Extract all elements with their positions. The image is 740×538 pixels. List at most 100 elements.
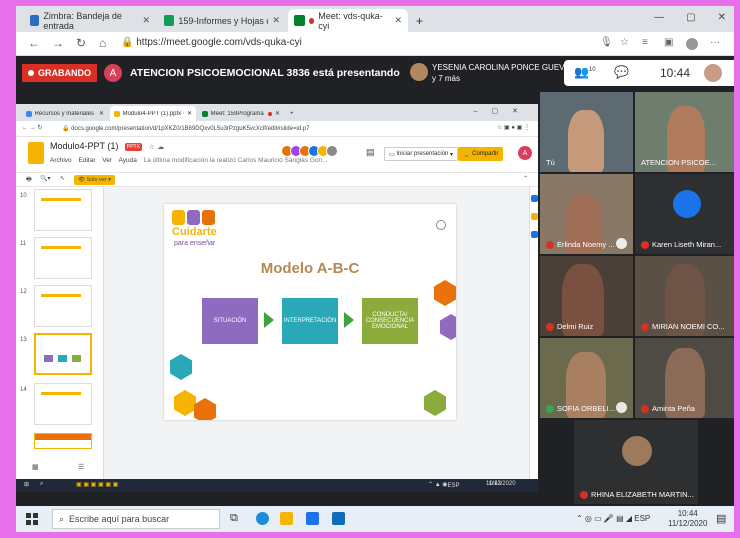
collapse-icon[interactable]: ⌃ — [523, 175, 528, 182]
present-button[interactable]: ▭ Iniciar presentación ▾ — [384, 147, 459, 161]
participant-tile[interactable]: Tú — [540, 92, 633, 172]
inner-search-icon[interactable]: ⌕ — [40, 481, 43, 488]
slide-thumbnail-selected[interactable] — [34, 333, 92, 375]
inner-nav-icons[interactable]: ← → ↻ — [22, 124, 42, 131]
inner-tab-recursos[interactable]: Recursos y materiales - Sesión 4 ✕ — [22, 106, 108, 121]
collections-icon[interactable]: ≡ — [642, 37, 648, 48]
close-icon[interactable]: ✕ — [272, 15, 280, 26]
inner-window-controls[interactable]: –▢✕ — [474, 107, 532, 115]
participant-tile[interactable]: Karen Liseth Miran... — [635, 174, 734, 254]
last-edit-text[interactable]: La última modificación la realizó Carlos… — [144, 157, 328, 164]
forward-icon[interactable]: → — [52, 36, 64, 50]
zoom-icon[interactable]: 🔍▾ — [40, 175, 50, 182]
profile-icon[interactable] — [686, 38, 698, 50]
participant-name: Delmi Ruiz — [546, 322, 593, 331]
calendar-icon[interactable] — [531, 195, 538, 202]
inner-tab-slides[interactable]: Modulo4-PPT (1).pptx - Presenta ✕ — [110, 106, 196, 121]
thumb-mark — [41, 392, 81, 395]
close-icon[interactable]: ✕ — [394, 15, 402, 26]
tab-informes[interactable]: 159-Informes y Hojas de Respues ✕ — [158, 9, 286, 32]
muted-mic-icon — [641, 322, 649, 331]
menu-ayuda[interactable]: Ayuda — [119, 157, 137, 164]
taskbar-clock[interactable]: 10:44 11/12/2020 — [668, 509, 707, 529]
close-window-button[interactable]: ✕ — [718, 12, 726, 23]
url-text[interactable]: 🔒 https://meet.google.com/vds-quka-cyi — [121, 37, 302, 48]
menu-ver[interactable]: Ver — [102, 157, 112, 164]
minimize-button[interactable]: — — [654, 12, 664, 23]
mail-icon[interactable] — [332, 512, 345, 525]
people-button[interactable]: 👥10 — [574, 65, 596, 79]
task-view-icon[interactable]: ⧉ — [230, 512, 243, 525]
keep-icon[interactable] — [531, 213, 538, 220]
inner-new-tab-button[interactable]: + — [286, 106, 298, 121]
windows-start-icon[interactable] — [26, 513, 38, 525]
back-icon[interactable]: ← — [28, 36, 40, 50]
recording-dot-icon — [28, 70, 34, 76]
inner-taskbar-apps[interactable]: ▣ ▣ ▣ ▣ ▣ ▣ — [76, 481, 118, 488]
grid-view-icon[interactable]: ▦ — [32, 463, 39, 471]
brand-logo-icon — [187, 210, 200, 225]
comment-icon[interactable]: ▤ — [366, 147, 375, 158]
participant-tile[interactable]: SOFIA ORBELI... — [540, 338, 633, 418]
tasks-icon[interactable] — [531, 231, 538, 238]
pin-icon[interactable] — [616, 238, 627, 249]
cloud-icon[interactable]: ☁ — [157, 144, 164, 151]
inner-url[interactable]: 🔒 docs.google.com/presentation/d/1pXKZ0/… — [62, 125, 309, 132]
more-icon[interactable]: ··· — [710, 37, 720, 48]
share-button[interactable]: 🔒 Compartir — [458, 147, 504, 161]
slide-thumbnail[interactable] — [34, 237, 92, 279]
pin-icon[interactable] — [616, 402, 627, 413]
view-mode-button[interactable]: 👁 Solo ver ▾ — [74, 175, 115, 185]
inner-tab-meet[interactable]: Meet: 159Programa de Ate ✕ — [198, 106, 284, 121]
close-icon[interactable]: ✕ — [99, 110, 104, 117]
reload-icon[interactable]: ↻ — [76, 36, 86, 50]
self-avatar[interactable] — [704, 64, 722, 82]
maximize-button[interactable]: ▢ — [686, 12, 695, 23]
favorite-icon[interactable]: ☆ — [620, 37, 629, 48]
participant-name-text: Tú — [546, 158, 555, 167]
file-explorer-icon[interactable] — [280, 512, 293, 525]
user-avatar[interactable]: A — [518, 146, 532, 160]
notifications-icon[interactable]: ▤ — [716, 512, 726, 525]
participant-tile[interactable]: ATENCION PSICOE... — [635, 92, 734, 172]
participant-tile[interactable]: Aminta Peña — [635, 338, 734, 418]
star-icon[interactable]: ☆ — [148, 144, 154, 151]
close-icon[interactable]: ✕ — [142, 15, 150, 26]
home-icon[interactable]: ⌂ — [99, 36, 106, 50]
hexagon-decoration-icon — [434, 280, 456, 306]
edge-icon[interactable] — [256, 512, 269, 525]
chat-icon[interactable]: 💬 — [614, 65, 629, 79]
slide-thumbnail[interactable] — [34, 383, 92, 425]
doc-title[interactable]: Modulo4-PPT (1) PPTX ☆ ☁ — [50, 141, 164, 151]
windows-taskbar: ⌕ Escribe aquí para buscar ⧉ ⌃ ◎ ▭ 🎤 ▤ ◢… — [16, 506, 734, 532]
system-tray[interactable]: ⌃ ◎ ▭ 🎤 ▤ ◢ ESP — [576, 514, 650, 523]
new-tab-button[interactable]: + — [410, 9, 426, 32]
slide-thumbnail[interactable] — [34, 285, 92, 327]
slide-thumbnail[interactable] — [34, 433, 92, 449]
store-icon[interactable] — [306, 512, 319, 525]
list-view-icon[interactable]: ☰ — [78, 463, 84, 471]
collaborator-avatars[interactable] — [281, 145, 338, 157]
close-icon[interactable]: ✕ — [187, 110, 192, 117]
participant-tile[interactable]: Erlinda Noemy ... — [540, 174, 633, 254]
menu-editar[interactable]: Editar — [79, 157, 96, 164]
thumb-number: 14 — [20, 387, 27, 393]
inner-toolbar-icons[interactable]: ☆ ▣ ● ▣ ⋮ — [497, 124, 530, 131]
taskbar-search-input[interactable]: ⌕ Escribe aquí para buscar — [52, 509, 220, 529]
menu-archivo[interactable]: Archivo — [50, 157, 72, 164]
select-icon[interactable]: ↖ — [60, 175, 65, 182]
print-icon[interactable]: 🖶 — [26, 175, 32, 185]
participant-tile[interactable]: MIRIAN NOEMI CO... — [635, 256, 734, 336]
inner-url-value: docs.google.com/presentation/d/1pXKZ0/1B… — [71, 126, 310, 132]
participant-tile[interactable]: RHINA ELIZABETH MARTIN... — [574, 420, 698, 504]
tab-zimbra[interactable]: Zimbra: Bandeja de entrada ✕ — [24, 9, 156, 32]
tab-meet[interactable]: Meet: vds-quka-cyi ✕ — [288, 9, 408, 32]
mic-permission-icon[interactable]: 🎙 — [600, 37, 613, 48]
slides-logo-icon[interactable] — [28, 142, 44, 164]
extensions-icon[interactable]: ▣ — [664, 37, 673, 48]
participant-tile[interactable]: Delmi Ruiz — [540, 256, 633, 336]
close-icon[interactable]: ✕ — [275, 110, 280, 117]
inner-start-icon[interactable]: ⊞ — [24, 481, 29, 488]
slide-thumbnail[interactable] — [34, 189, 92, 231]
current-slide[interactable]: Cuidarte para enseñar Modelo A-B-C SITUA… — [164, 204, 456, 420]
